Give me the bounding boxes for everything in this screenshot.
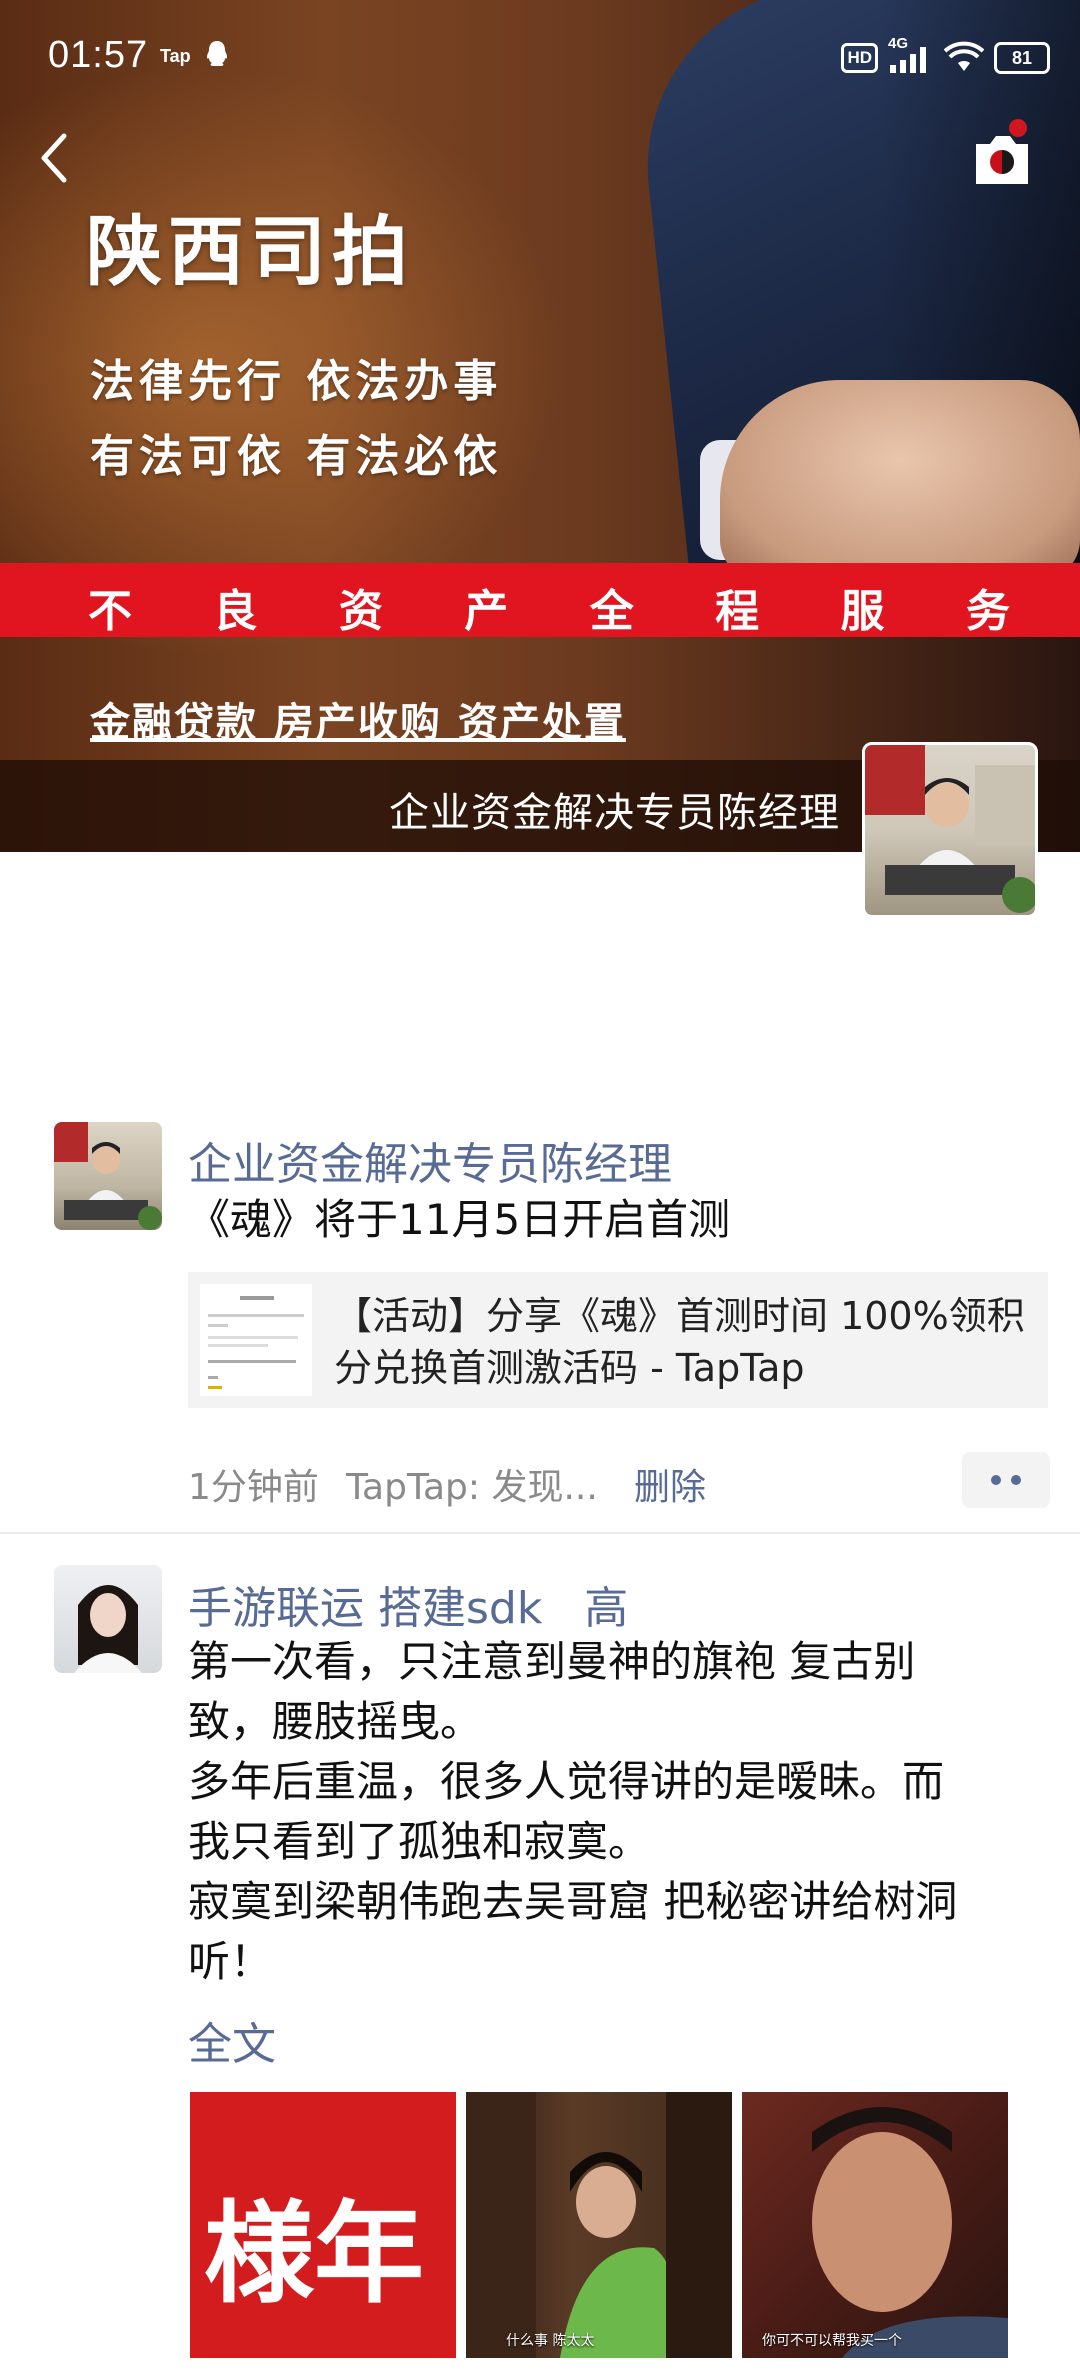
back-arrow-icon[interactable] [30, 128, 80, 188]
post-text: 第一次看，只注意到曼神的旗袍 复古别 致，腰肢摇曳。 多年后重温，很多人觉得讲的… [188, 1637, 958, 1986]
status-time: 01:57 [48, 34, 149, 76]
post-photo[interactable]: 什么事 陈太太 [466, 2092, 732, 2358]
photo-subtitle: 你可不可以帮我买一个 [762, 2333, 902, 2349]
cover-services: 金融贷款 房产收购 资产处置 [90, 700, 626, 746]
link-title[interactable]: 【活动】分享《魂》首测时间 100%领积分兑换首测激活码 - TapTap [334, 1290, 1034, 1394]
signal-icon: 4G [888, 35, 934, 75]
expand-full-text-link[interactable]: 全文 [188, 2008, 276, 2072]
wifi-icon [944, 41, 984, 71]
post-author[interactable]: 企业资金解决专员陈经理 [188, 1128, 672, 1192]
post-source[interactable]: TapTap: 发现... [346, 1458, 598, 1510]
cover-slogan-1: 法律先行 依法办事 [90, 356, 503, 407]
post-photo[interactable]: 様年 [190, 2092, 456, 2358]
status-icons: HD 4G 81 [841, 35, 1050, 78]
post-divider [0, 1532, 1080, 1534]
qq-icon [207, 41, 227, 66]
profile-name[interactable]: 企业资金解决专员陈经理 [389, 780, 840, 838]
cover-hands [720, 380, 1080, 580]
banner-text: 不良 资产 全程 服务 [88, 586, 1010, 637]
post-text: 《魂》将于11月5日开启首测 [188, 1195, 731, 1244]
link-thumbnail [200, 1284, 312, 1396]
post-author[interactable]: 手游联运 搭建sdk 高 [188, 1572, 628, 1636]
photo-overlay-text: 様年 [204, 2190, 424, 2318]
camera-icon[interactable] [968, 118, 1036, 188]
tap-app-icon: Tap [160, 46, 191, 66]
post-avatar[interactable] [54, 1122, 162, 1230]
cover-title: 陕西司拍 [86, 207, 414, 296]
profile-avatar[interactable] [862, 742, 1038, 918]
post-photo[interactable]: 你可不可以帮我买一个 [742, 2092, 1008, 2358]
hd-badge: HD [841, 43, 878, 73]
photo-subtitle: 什么事 陈太太 [506, 2333, 595, 2349]
cover-slogan-2: 有法可依 有法必依 [90, 431, 503, 482]
more-options-button[interactable] [962, 1452, 1050, 1508]
post-avatar[interactable] [54, 1565, 162, 1673]
post-time: 1分钟前 [188, 1467, 319, 1508]
delete-button[interactable]: 删除 [634, 1458, 706, 1510]
battery-icon: 81 [994, 42, 1050, 74]
